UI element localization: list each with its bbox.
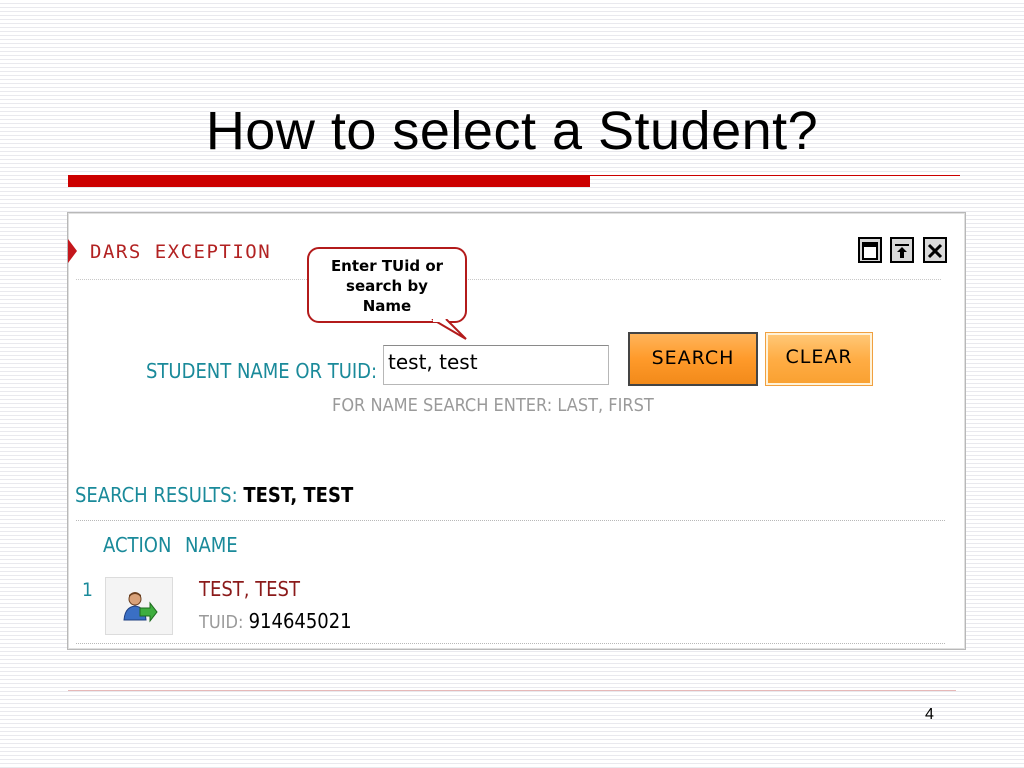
- panel-title: DARS EXCEPTION: [90, 241, 272, 263]
- close-icon[interactable]: [922, 237, 947, 263]
- callout-tooltip: Enter TUid or search by Name: [307, 247, 467, 323]
- student-search-input[interactable]: test, test: [383, 345, 609, 385]
- clear-button[interactable]: CLEAR: [765, 332, 873, 386]
- footer-divider: [68, 690, 956, 691]
- panel-header: DARS EXCEPTION: [68, 237, 965, 265]
- header-divider: [76, 279, 941, 280]
- student-select-icon: [123, 592, 158, 623]
- search-hint: FOR NAME SEARCH ENTER: LAST, FIRST: [332, 395, 654, 416]
- student-search-label: STUDENT NAME OR TUID:: [146, 359, 378, 383]
- search-results-query: TEST, TEST: [243, 483, 354, 507]
- page-number: 4: [925, 706, 934, 723]
- restore-icon[interactable]: [858, 237, 882, 263]
- callout-text: Enter TUid or search by Name: [330, 257, 444, 315]
- tuid-label: TUID:: [199, 612, 244, 633]
- student-tuid: TUID: 914645021: [199, 609, 352, 633]
- search-results-heading: SEARCH RESULTS: TEST, TEST: [75, 483, 353, 507]
- title-underline-thick: [68, 175, 590, 187]
- pin-icon[interactable]: [890, 237, 915, 263]
- slide-title: How to select a Student?: [205, 101, 819, 161]
- tuid-value: 914645021: [248, 609, 352, 633]
- search-button[interactable]: SEARCH: [628, 332, 758, 386]
- window-controls: [858, 237, 951, 265]
- results-divider: [76, 520, 945, 521]
- select-student-button[interactable]: [105, 577, 173, 635]
- column-header-name: NAME: [185, 533, 238, 557]
- callout-pointer: [431, 319, 467, 340]
- search-results-label: SEARCH RESULTS:: [75, 483, 238, 507]
- row-divider: [76, 643, 945, 644]
- title-underline-thin: [590, 175, 960, 176]
- row-index: 1: [82, 579, 93, 601]
- dars-exception-panel: DARS EXCEPTION Enter TUid or search by N…: [67, 212, 966, 650]
- column-header-action: ACTION: [103, 533, 172, 557]
- header-marker-icon: [68, 239, 77, 263]
- student-name-link[interactable]: TEST, TEST: [199, 577, 300, 601]
